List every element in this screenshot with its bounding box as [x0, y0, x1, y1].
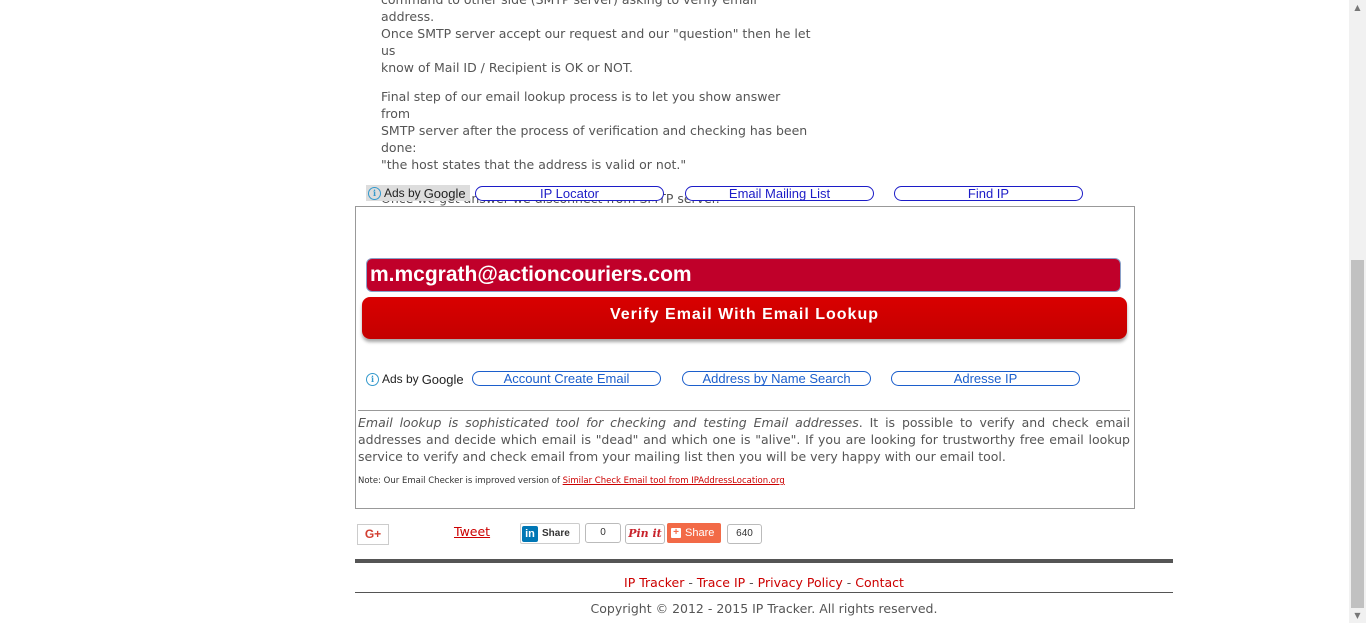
ad-link-ip-locator[interactable]: IP Locator: [475, 186, 664, 201]
email-input[interactable]: [366, 258, 1121, 292]
linkedin-share-button[interactable]: in Share: [520, 523, 580, 544]
article-paragraph-2: Final step of our email lookup process i…: [381, 89, 808, 172]
ad-link-find-ip[interactable]: Find IP: [894, 186, 1083, 201]
ad-link-adresse-ip[interactable]: Adresse IP: [891, 371, 1080, 386]
footer-link-trace-ip[interactable]: Trace IP: [697, 575, 745, 590]
google-plus-button[interactable]: G+: [357, 524, 389, 545]
tweet-link[interactable]: Tweet: [454, 524, 490, 539]
copyright-text: Copyright © 2012 - 2015 IP Tracker. All …: [590, 601, 938, 616]
scrollbar-thumb[interactable]: [1351, 260, 1364, 608]
ads-by-google-label-2[interactable]: i Ads by Google: [366, 371, 464, 387]
linkedin-icon: in: [522, 525, 538, 542]
ad-link-email-mailing-list[interactable]: Email Mailing List: [685, 186, 874, 201]
addthis-share-count: 640: [727, 524, 762, 544]
note-link[interactable]: Similar Check Email tool from IPAddressL…: [563, 476, 785, 486]
info-icon[interactable]: i: [366, 372, 379, 386]
footer-link-privacy-policy[interactable]: Privacy Policy: [758, 575, 843, 590]
verify-email-button[interactable]: Verify Email With Email Lookup: [362, 297, 1127, 339]
footer-divider: [355, 592, 1173, 593]
linkedin-share-count: 0: [585, 523, 621, 543]
ad-link-account-create-email[interactable]: Account Create Email: [472, 371, 661, 386]
article-paragraph-1: command to other side (SMTP server) aski…: [381, 0, 811, 75]
scroll-up-arrow-icon[interactable]: ▲: [1349, 0, 1366, 15]
footer-link-ip-tracker[interactable]: IP Tracker: [624, 575, 684, 590]
scroll-down-arrow-icon[interactable]: ▼: [1349, 608, 1366, 623]
plus-icon: +: [671, 528, 681, 538]
info-icon[interactable]: i: [368, 186, 381, 200]
footer-links: IP Tracker - Trace IP - Privacy Policy -…: [624, 575, 904, 590]
pinterest-button[interactable]: Pin it: [625, 524, 665, 544]
tool-description: Email lookup is sophisticated tool for c…: [358, 415, 1130, 464]
note-text: Note: Our Email Checker is improved vers…: [358, 476, 785, 486]
footer-bar: [355, 559, 1173, 563]
footer-link-contact[interactable]: Contact: [855, 575, 904, 590]
ad-link-address-by-name-search[interactable]: Address by Name Search: [682, 371, 871, 386]
ads-by-google-label[interactable]: i Ads by Google: [366, 185, 470, 201]
panel-divider: [358, 410, 1130, 411]
addthis-share-button[interactable]: + Share: [667, 523, 721, 543]
